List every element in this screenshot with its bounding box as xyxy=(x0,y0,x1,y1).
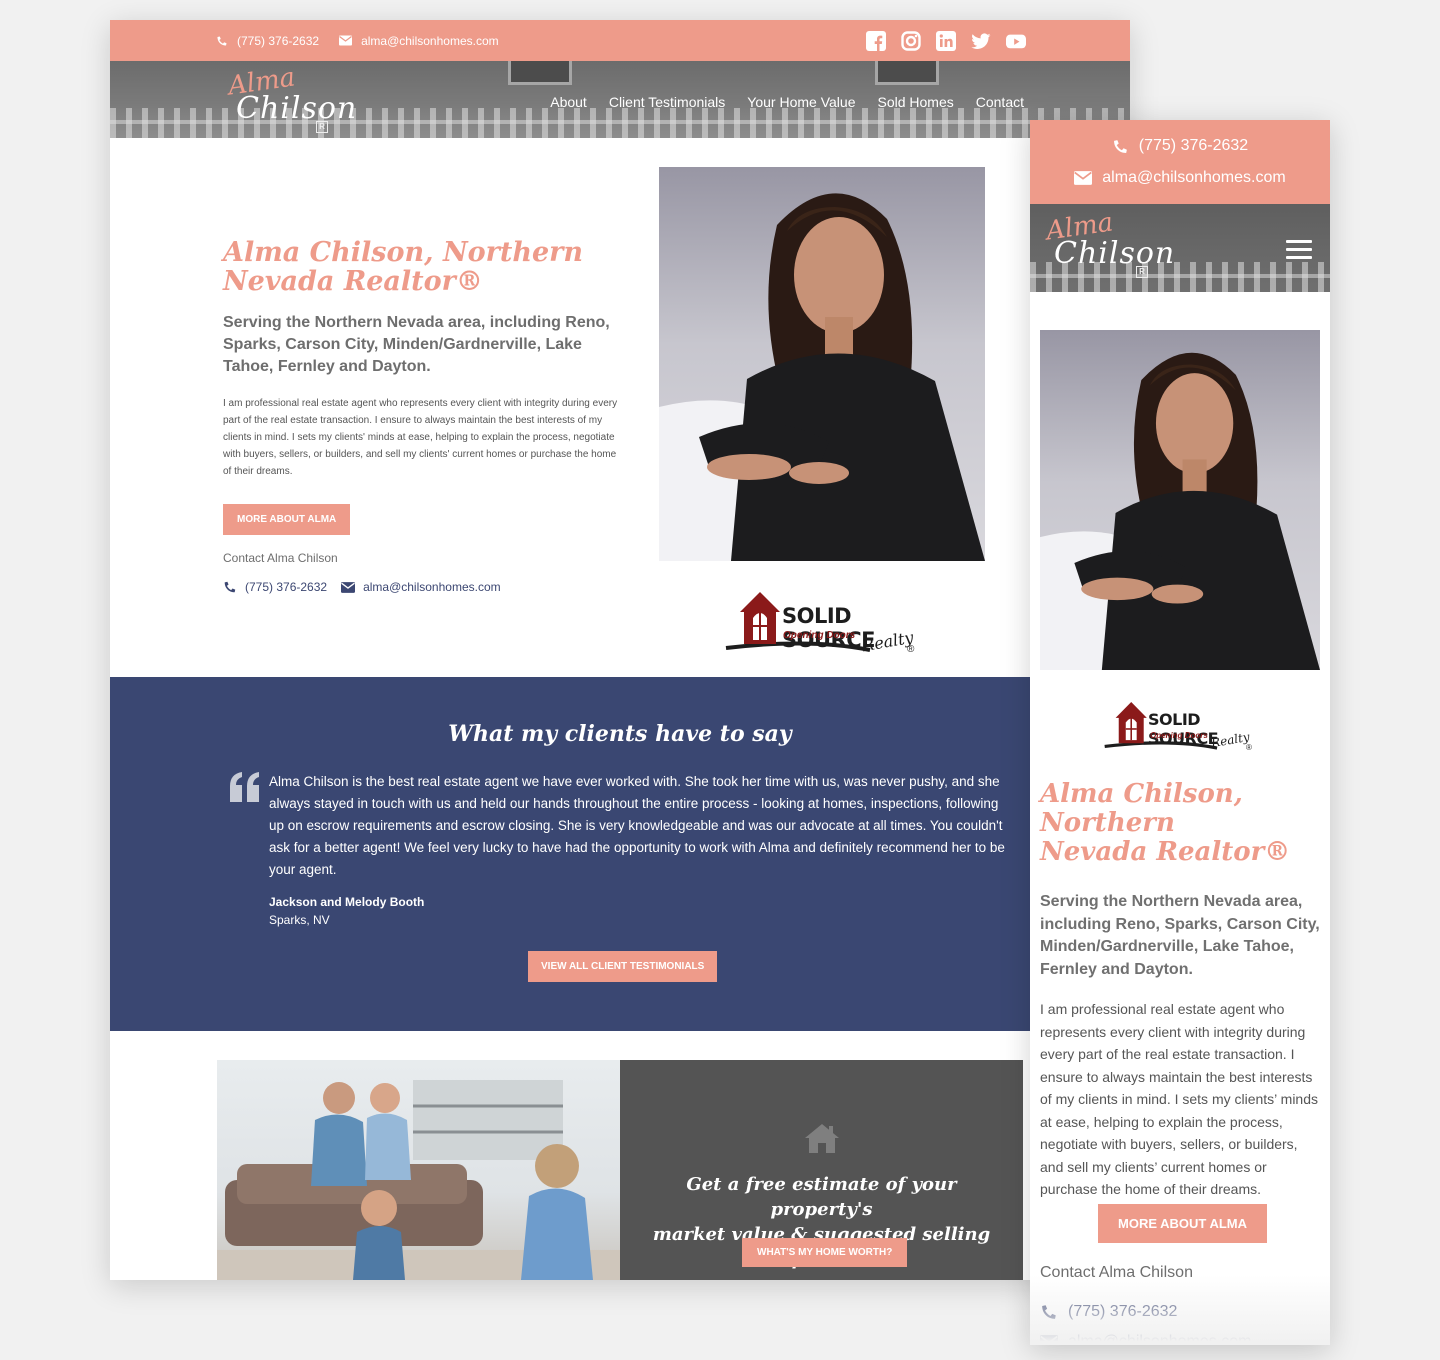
logo-text-chilson: Chilson xyxy=(236,91,358,126)
envelope-icon xyxy=(341,581,356,593)
hero-title-line1: Alma Chilson, Northern xyxy=(223,237,583,268)
facebook-icon[interactable] xyxy=(866,30,886,51)
testimonial-author: Jackson and Melody Booth xyxy=(269,895,425,909)
testimonial-title: What my clients have to say xyxy=(448,721,792,747)
mobile-header: Alma Chilson R xyxy=(1030,204,1330,292)
mobile-contact-bar: (775) 376-2632 alma@chilsonhomes.com xyxy=(1030,120,1330,204)
contact-label: Contact Alma Chilson xyxy=(223,551,338,565)
topbar-phone-text: (775) 376-2632 xyxy=(237,33,320,48)
testimonial-quote: Alma Chilson is the best real estate age… xyxy=(269,774,1005,877)
mobile-bottom-fade xyxy=(1030,1275,1330,1345)
mobile-solid-source-logo: SOLID SOURCE Opening Doors Realty ® xyxy=(1100,694,1260,756)
social-links xyxy=(866,20,1026,61)
hero-title-line2: Nevada Realtor® xyxy=(1040,837,1291,867)
family-illustration xyxy=(217,1080,620,1280)
home-worth-button[interactable]: WHAT'S MY HOME WORTH? xyxy=(742,1238,908,1267)
estimate-line1: Get a free estimate of your property's xyxy=(686,1174,957,1220)
hero-title-line2: Nevada Realtor® xyxy=(223,266,483,297)
mobile-email-link[interactable]: alma@chilsonhomes.com xyxy=(1030,162,1330,194)
mobile-hero-text: Alma Chilson, Northern Nevada Realtor® S… xyxy=(1040,780,1324,1201)
nav-item-your-home-value[interactable]: Your Home Value xyxy=(747,94,855,110)
linkedin-icon[interactable] xyxy=(936,30,956,51)
phone-icon xyxy=(217,36,227,46)
logo-text-chilson: Chilson xyxy=(1054,236,1176,271)
brokerage-tagline: Opening Doors xyxy=(783,630,856,641)
hero-section: Alma Chilson, Northern Nevada Realtor® S… xyxy=(110,138,1130,678)
site-logo[interactable]: Alma Chilson R xyxy=(226,62,356,133)
hero-text: Alma Chilson, Northern Nevada Realtor® S… xyxy=(223,238,618,594)
topbar-email-link[interactable]: alma@chilsonhomes.com xyxy=(339,34,499,48)
hero-email-text: alma@chilsonhomes.com xyxy=(363,580,501,594)
hero-phone-text: (775) 376-2632 xyxy=(245,580,328,594)
hero-phone-link[interactable]: (775) 376-2632 xyxy=(223,580,327,594)
brokerage-registered: ® xyxy=(1246,743,1252,752)
mobile-hero-body: I am professional real estate agent who … xyxy=(1040,1001,1319,1197)
phone-icon xyxy=(224,581,236,593)
solid-source-realty-logo: SOLID SOURCE Opening Doors Realty ® xyxy=(720,582,925,660)
portrait-illustration xyxy=(659,193,985,561)
desktop-mockup: (775) 376-2632 alma@chilsonhomes.com Alm… xyxy=(110,20,1130,1280)
hero-email-link[interactable]: alma@chilsonhomes.com xyxy=(341,580,501,594)
view-all-testimonials-button[interactable]: VIEW ALL CLIENT TESTIMONIALS xyxy=(528,951,718,982)
mobile-hero-subtitle: Serving the Northern Nevada area, includ… xyxy=(1040,893,1320,978)
nav-item-sold-homes[interactable]: Sold Homes xyxy=(877,94,953,110)
mobile-phone-text: (775) 376-2632 xyxy=(1138,137,1249,154)
hero-title-line1: Alma Chilson, Northern xyxy=(1040,779,1243,838)
topbar-email-text: alma@chilsonhomes.com xyxy=(361,33,499,48)
topbar-phone-link[interactable]: (775) 376-2632 xyxy=(216,34,319,48)
hero-subtitle: Serving the Northern Nevada area, includ… xyxy=(223,314,610,375)
quote-icon xyxy=(230,772,259,802)
hero-contact-row: (775) 376-2632 alma@chilsonhomes.com xyxy=(223,580,618,594)
realtor-badge-icon: R xyxy=(1136,266,1148,278)
mobile-agent-portrait xyxy=(1040,330,1320,670)
home-value-section: Get a free estimate of your property's m… xyxy=(217,1060,1023,1280)
nav-item-about[interactable]: About xyxy=(550,94,587,110)
instagram-icon[interactable] xyxy=(901,30,921,51)
top-contact-bar: (775) 376-2632 alma@chilsonhomes.com xyxy=(110,20,1130,61)
twitter-icon[interactable] xyxy=(971,31,991,51)
mobile-phone-link[interactable]: (775) 376-2632 xyxy=(1030,120,1330,162)
envelope-icon xyxy=(339,35,353,46)
topbar-contact: (775) 376-2632 alma@chilsonhomes.com xyxy=(216,20,499,61)
brokerage-tagline: Opening Doors xyxy=(1150,731,1208,740)
agent-portrait xyxy=(659,167,985,561)
mobile-hero-title: Alma Chilson, Northern Nevada Realtor® xyxy=(1040,780,1324,867)
mobile-mockup: (775) 376-2632 alma@chilsonhomes.com Alm… xyxy=(1030,120,1330,1345)
phone-icon xyxy=(1113,139,1127,153)
mobile-site-logo[interactable]: Alma Chilson R xyxy=(1044,207,1174,282)
main-nav: About Client Testimonials Your Home Valu… xyxy=(550,61,1024,138)
more-about-alma-button[interactable]: MORE ABOUT ALMA xyxy=(223,504,351,535)
testimonial-location: Sparks, NV xyxy=(269,913,330,927)
family-photo xyxy=(217,1060,620,1280)
realtor-badge-icon: R xyxy=(316,121,328,133)
hero-body: I am professional real estate agent who … xyxy=(223,398,618,477)
estimate-panel: Get a free estimate of your property's m… xyxy=(620,1060,1023,1280)
nav-item-client-testimonials[interactable]: Client Testimonials xyxy=(609,94,725,110)
house-icon xyxy=(805,1124,839,1153)
brokerage-registered: ® xyxy=(907,644,915,655)
mobile-more-about-alma-button[interactable]: MORE ABOUT ALMA xyxy=(1098,1204,1268,1243)
portrait-illustration xyxy=(1040,352,1320,670)
youtube-icon[interactable] xyxy=(1006,31,1026,51)
testimonial-section: What my clients have to say Alma Chilson… xyxy=(110,677,1130,1031)
hamburger-menu-icon[interactable] xyxy=(1286,240,1312,260)
nav-item-contact[interactable]: Contact xyxy=(976,94,1024,110)
site-header: Alma Chilson R About Client Testimonials… xyxy=(110,61,1130,138)
mobile-email-text: alma@chilsonhomes.com xyxy=(1102,169,1286,186)
hero-title: Alma Chilson, Northern Nevada Realtor® xyxy=(223,238,618,296)
envelope-icon xyxy=(1074,171,1093,185)
